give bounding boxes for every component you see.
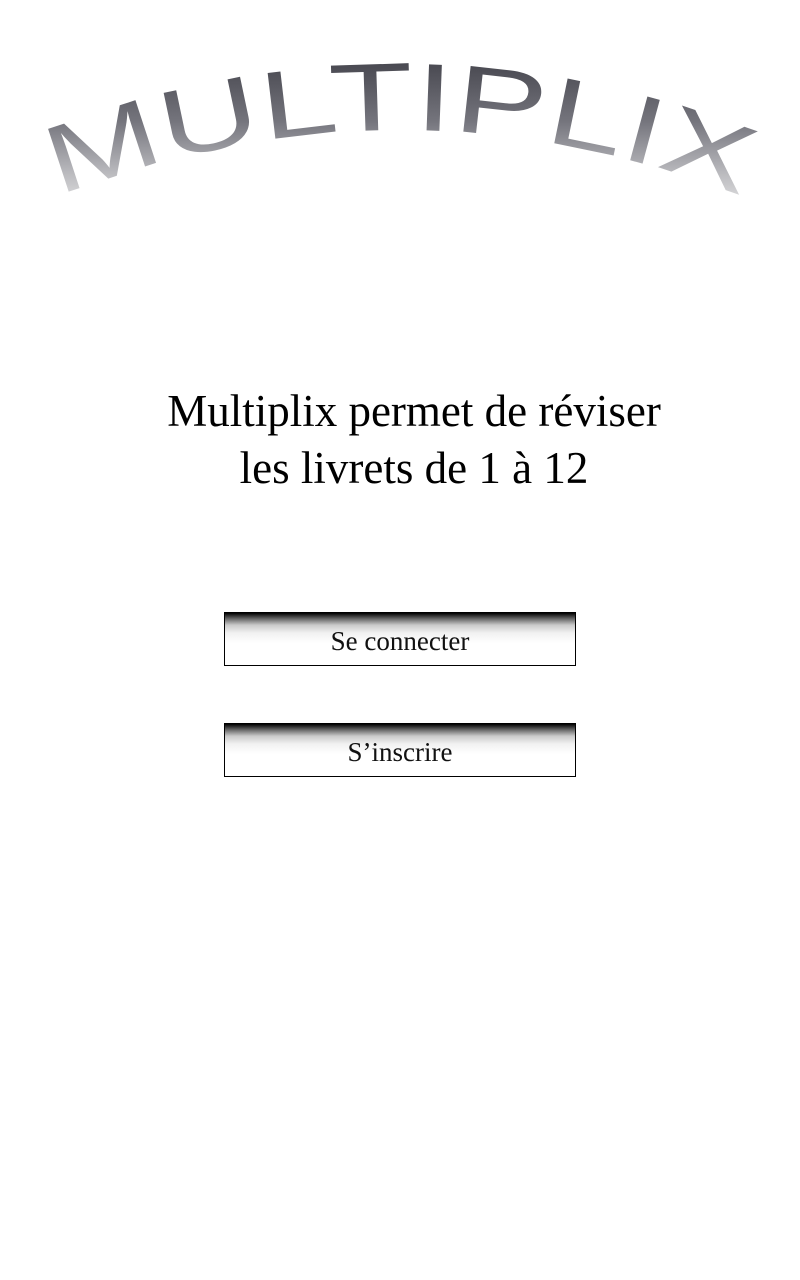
tagline-line-1: Multiplix permet de réviser xyxy=(167,386,661,436)
register-button[interactable]: S’inscrire xyxy=(224,723,576,777)
tagline-line-2: les livrets de 1 à 12 xyxy=(239,443,589,493)
logo-text: MULTIPLIX xyxy=(40,43,760,215)
svg-text:MULTIPLIX: MULTIPLIX xyxy=(40,43,760,215)
app-logo: MULTIPLIX xyxy=(40,40,760,225)
tagline: Multiplix permet de réviser les livrets … xyxy=(0,383,800,497)
login-button[interactable]: Se connecter xyxy=(224,612,576,666)
